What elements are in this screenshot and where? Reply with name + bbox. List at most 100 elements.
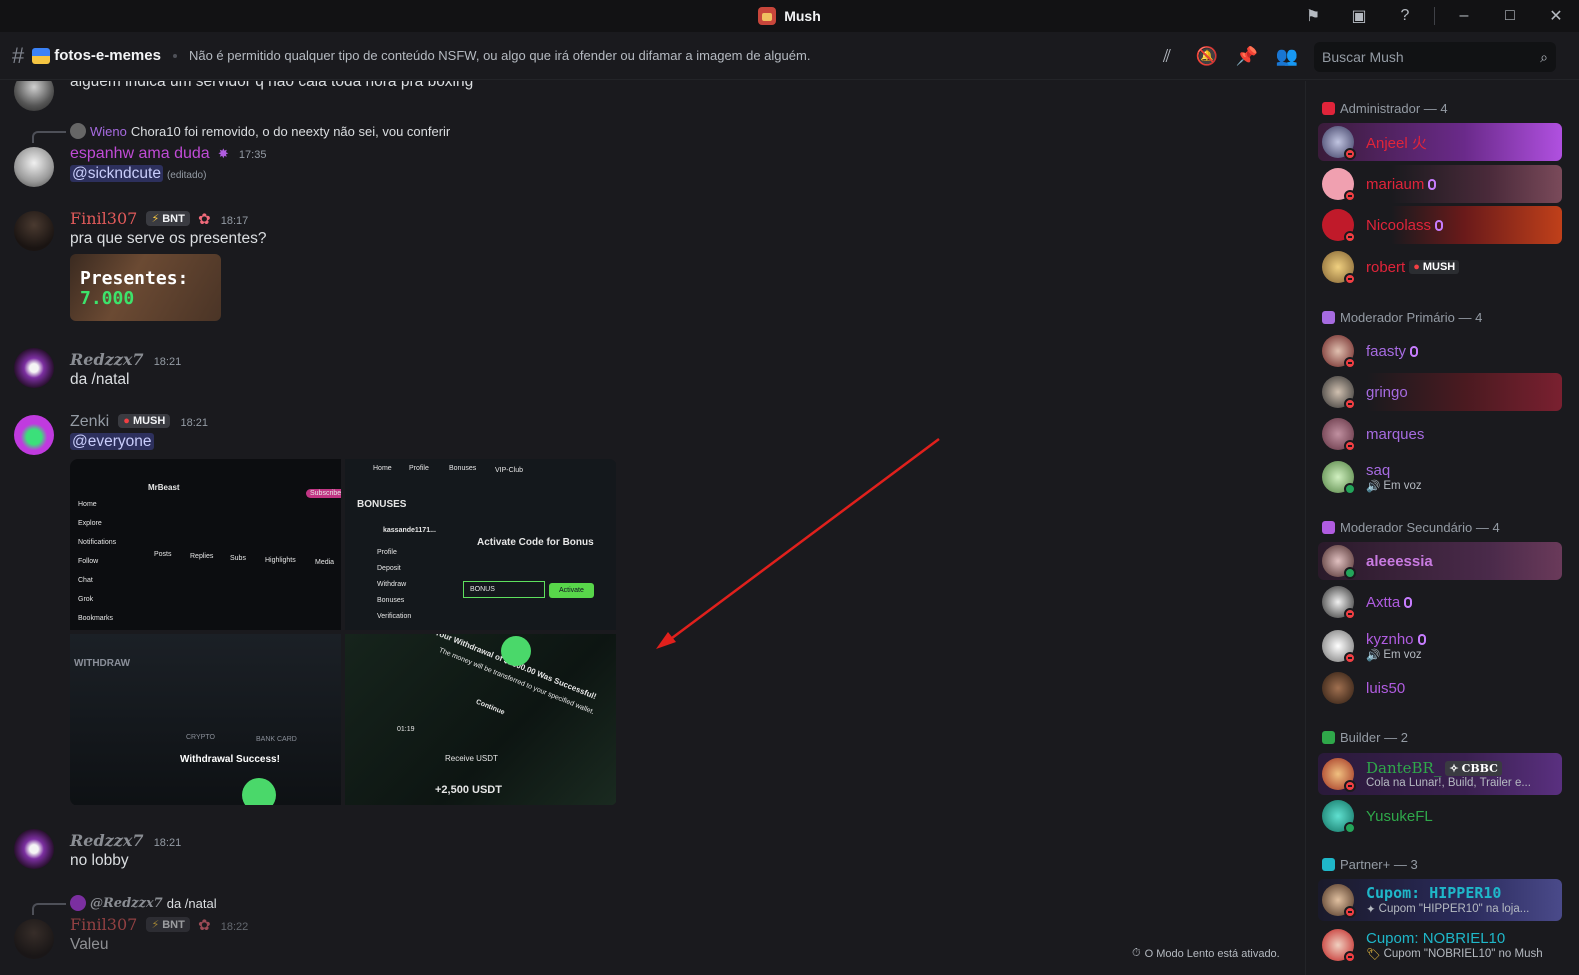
message-text: pra que serve os presentes? — [70, 230, 267, 247]
bolt-icon: ⚡ — [151, 919, 160, 931]
member-item[interactable]: marques — [1318, 415, 1562, 453]
server-tag[interactable]: ⚡ BNT — [146, 917, 190, 932]
avatar[interactable] — [14, 348, 54, 388]
member-status: Cola na Lunar!, Build, Trailer e... — [1366, 777, 1531, 789]
avatar[interactable] — [14, 81, 54, 111]
search-box[interactable]: ⌕ — [1314, 42, 1556, 72]
username[interactable]: espanhw ama duda — [70, 145, 210, 162]
dnd-status-icon — [1344, 608, 1356, 620]
maximize-icon[interactable]: □ — [1487, 0, 1533, 32]
member-item[interactable]: Nicoolass — [1318, 206, 1562, 244]
avatar — [1322, 376, 1356, 410]
server-tag[interactable]: ● MUSH — [118, 414, 171, 428]
user-mention[interactable]: @sickndcute — [70, 165, 163, 182]
avatar — [70, 123, 86, 139]
window-title: Mush — [784, 8, 821, 24]
role-category: Moderador Secundário — 4 — [1322, 520, 1500, 535]
username[interactable]: Zenki — [70, 413, 109, 430]
avatar — [70, 895, 86, 911]
member-list: Administrador — 4 Anjeel 火 mariaum Nicoo… — [1305, 81, 1579, 975]
image-attachment[interactable]: Your Withdrawal of $2500.00 Was Successf… — [345, 634, 616, 805]
member-item[interactable]: Cupom: HIPPER10 ✦ Cupom "HIPPER10" na loja… — [1318, 879, 1562, 921]
mushroom-icon: ● — [1413, 261, 1420, 273]
timestamp: 18:22 — [220, 921, 249, 933]
dnd-status-icon — [1344, 398, 1356, 410]
avatar[interactable] — [14, 919, 54, 959]
username[interactable]: Finil307 — [70, 915, 137, 934]
notifications-muted-icon[interactable]: 🔕 — [1190, 39, 1224, 73]
flag-icon[interactable]: ⚑ — [1290, 0, 1336, 32]
image-attachment[interactable]: WITHDRAW CRYPTO BANK CARD Withdrawal Suc… — [70, 634, 341, 805]
online-status-icon — [1344, 822, 1356, 834]
avatar[interactable] — [14, 415, 54, 455]
booster-gem-icon — [1410, 345, 1419, 357]
avatar — [1322, 168, 1356, 202]
member-item[interactable]: saq 🔊 Em voz — [1318, 458, 1562, 496]
member-name: YusukeFL — [1366, 807, 1433, 825]
member-item[interactable]: luis50 — [1318, 669, 1562, 707]
inbox-icon[interactable]: ▣ — [1336, 0, 1382, 32]
image-attachment[interactable]: Presentes: 7.000 — [70, 254, 221, 321]
member-item[interactable]: kyznho 🔊 Em voz — [1318, 627, 1562, 665]
search-input[interactable] — [1322, 49, 1541, 65]
member-list-icon[interactable]: 👥 — [1270, 39, 1304, 73]
booster-gem-icon — [1417, 633, 1426, 645]
timestamp: 18:21 — [180, 417, 209, 429]
member-name: Anjeel 火 — [1366, 134, 1427, 152]
member-name: mariaum — [1366, 175, 1425, 193]
avatar — [1322, 418, 1356, 452]
image-gallery: MrBeast Subscribe Home Explore Notificat… — [70, 459, 617, 806]
image-attachment[interactable]: MrBeast Subscribe Home Explore Notificat… — [70, 459, 341, 630]
channel-name[interactable]: fotos-e-memes — [54, 47, 161, 64]
server-tag[interactable]: ⚡ BNT — [146, 211, 190, 226]
member-item[interactable]: Cupom: NOBRIEL10 🏷 Cupom "NOBRIEL10" no Mu… — [1318, 924, 1562, 966]
reply-preview[interactable]: Wieno Chora10 foi removido, o do neexty … — [70, 123, 450, 139]
avatar — [1322, 800, 1356, 834]
member-item[interactable]: DanteBR_ ✧ CBBC Cola na Lunar!, Build, Trai… — [1318, 753, 1562, 795]
username[interactable]: Redzzx7 — [70, 831, 144, 850]
member-item[interactable]: Anjeel 火 — [1318, 123, 1562, 161]
member-item[interactable]: gringo — [1318, 373, 1562, 411]
username[interactable]: Redzzx7 — [70, 350, 144, 369]
username[interactable]: Finil307 — [70, 209, 137, 228]
timestamp: 18:21 — [153, 837, 182, 849]
member-item[interactable]: mariaum — [1318, 165, 1562, 203]
minimize-icon[interactable]: – — [1441, 0, 1487, 32]
online-status-icon — [1344, 483, 1356, 495]
search-icon: ⌕ — [1540, 48, 1548, 65]
dnd-status-icon — [1344, 273, 1356, 285]
pin-icon[interactable]: 📌 — [1230, 39, 1264, 73]
close-window-icon[interactable]: ✕ — [1533, 0, 1579, 32]
member-item[interactable]: faasty — [1318, 332, 1562, 370]
channel-header: # fotos-e-memes Não é permitido qualquer… — [0, 32, 1579, 80]
threads-icon[interactable]: ⫽ — [1150, 39, 1184, 73]
avatar[interactable] — [14, 829, 54, 869]
member-item[interactable]: Axtta — [1318, 583, 1562, 621]
member-name: faasty — [1366, 342, 1407, 360]
member-name: gringo — [1366, 383, 1408, 401]
online-status-icon — [1344, 567, 1356, 579]
help-icon[interactable]: ? — [1382, 0, 1428, 32]
member-item[interactable]: robert ● MUSH — [1318, 248, 1562, 286]
partner-role-icon — [1322, 858, 1335, 871]
avatar[interactable] — [14, 147, 54, 187]
mod-role-icon — [1322, 521, 1335, 534]
member-name: aleeessia — [1366, 552, 1433, 570]
member-name: robert — [1366, 258, 1406, 276]
member-item[interactable]: aleeessia — [1318, 542, 1562, 580]
slowmode-notice: ⏱ O Modo Lento está ativado. — [1132, 947, 1280, 960]
avatar — [1322, 929, 1356, 963]
member-name: DanteBR_ — [1366, 759, 1442, 777]
image-attachment[interactable]: Home Profile Bonuses VIP-Club BONUSES ka… — [345, 459, 616, 630]
reply-preview[interactable]: @Redzzx7 da /natal — [70, 895, 217, 911]
avatar[interactable] — [14, 211, 54, 251]
message-text: Valeu — [70, 936, 109, 953]
avatar — [1322, 335, 1356, 369]
avatar — [1322, 630, 1356, 664]
channel-topic[interactable]: Não é permitido qualquer tipo de conteúd… — [189, 48, 810, 63]
role-category: Builder — 2 — [1322, 730, 1408, 745]
everyone-mention[interactable]: @everyone — [70, 433, 154, 450]
member-item[interactable]: YusukeFL — [1318, 797, 1562, 835]
success-check-icon — [242, 778, 276, 805]
role-category: Moderador Primário — 4 — [1322, 310, 1482, 325]
